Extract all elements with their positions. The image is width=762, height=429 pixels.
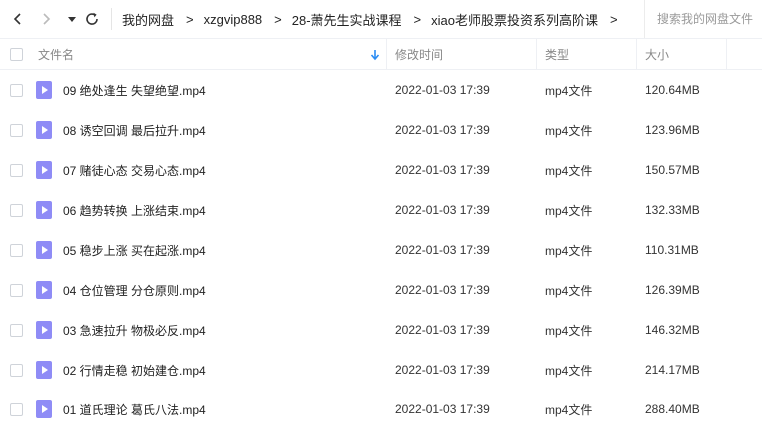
file-size: 126.39MB [645, 283, 700, 297]
video-file-icon [36, 121, 52, 139]
breadcrumb: 我的网盘 > xzgvip888 > 28-萧先生实战课程 > xiao老师股票… [122, 0, 628, 38]
file-list-header: 文件名 修改时间 类型 大小 [0, 38, 762, 70]
column-header-type[interactable]: 类型 [545, 39, 569, 69]
file-modified: 2022-01-03 17:39 [395, 402, 490, 416]
file-modified: 2022-01-03 17:39 [395, 323, 490, 337]
file-name[interactable]: 03 急速拉升 物极必反.mp4 [63, 310, 206, 350]
file-size: 214.17MB [645, 363, 700, 377]
sort-down-arrow-icon[interactable] [370, 49, 380, 61]
history-dropdown-button[interactable] [62, 9, 82, 29]
breadcrumb-separator: > [186, 11, 194, 27]
chevron-left-icon [13, 13, 21, 25]
file-name[interactable]: 02 行情走稳 初始建仓.mp4 [63, 350, 206, 390]
select-all-checkbox[interactable] [10, 48, 23, 61]
file-modified: 2022-01-03 17:39 [395, 203, 490, 217]
file-modified: 2022-01-03 17:39 [395, 163, 490, 177]
column-separator [536, 39, 537, 69]
file-row[interactable]: 09 绝处逢生 失望绝望.mp4 2022-01-03 17:39 mp4文件 … [0, 70, 762, 110]
file-modified: 2022-01-03 17:39 [395, 283, 490, 297]
video-file-icon [36, 281, 52, 299]
file-size: 150.57MB [645, 163, 700, 177]
column-separator [386, 39, 387, 69]
forward-button[interactable] [36, 9, 56, 29]
file-type: mp4文件 [545, 83, 593, 98]
file-size: 123.96MB [645, 123, 700, 137]
breadcrumb-separator: > [274, 11, 282, 27]
file-size: 146.32MB [645, 323, 700, 337]
search-box [644, 0, 762, 38]
row-checkbox[interactable] [10, 364, 23, 377]
file-row[interactable]: 08 诱空回调 最后拉升.mp4 2022-01-03 17:39 mp4文件 … [0, 110, 762, 150]
row-checkbox[interactable] [10, 403, 23, 416]
row-checkbox[interactable] [10, 284, 23, 297]
search-input[interactable] [657, 12, 761, 26]
file-row[interactable]: 01 道氏理论 葛氏八法.mp4 2022-01-03 17:39 mp4文件 … [0, 389, 762, 429]
back-button[interactable] [8, 9, 28, 29]
file-size: 120.64MB [645, 83, 700, 97]
file-type: mp4文件 [545, 123, 593, 138]
file-name[interactable]: 05 稳步上涨 买在起涨.mp4 [63, 230, 206, 270]
column-header-size[interactable]: 大小 [645, 39, 669, 69]
file-type: mp4文件 [545, 203, 593, 218]
file-row[interactable]: 07 赌徒心态 交易心态.mp4 2022-01-03 17:39 mp4文件 … [0, 150, 762, 190]
row-checkbox[interactable] [10, 124, 23, 137]
file-name[interactable]: 04 仓位管理 分仓原则.mp4 [63, 270, 206, 310]
video-file-icon [36, 321, 52, 339]
refresh-icon [86, 12, 98, 25]
file-type: mp4文件 [545, 363, 593, 378]
file-row[interactable]: 05 稳步上涨 买在起涨.mp4 2022-01-03 17:39 mp4文件 … [0, 230, 762, 270]
file-name[interactable]: 07 赌徒心态 交易心态.mp4 [63, 150, 206, 190]
file-size: 110.31MB [645, 243, 699, 257]
file-name[interactable]: 09 绝处逢生 失望绝望.mp4 [63, 70, 206, 110]
video-file-icon [36, 361, 52, 379]
video-file-icon [36, 241, 52, 259]
file-modified: 2022-01-03 17:39 [395, 83, 490, 97]
file-name[interactable]: 01 道氏理论 葛氏八法.mp4 [63, 389, 206, 429]
column-separator [726, 39, 727, 69]
video-file-icon [36, 400, 52, 418]
video-file-icon [36, 81, 52, 99]
row-checkbox[interactable] [10, 244, 23, 257]
refresh-button[interactable] [82, 9, 102, 29]
file-row[interactable]: 03 急速拉升 物极必反.mp4 2022-01-03 17:39 mp4文件 … [0, 310, 762, 350]
file-size: 132.33MB [645, 203, 700, 217]
chevron-right-icon [43, 13, 51, 25]
video-file-icon [36, 201, 52, 219]
file-name[interactable]: 06 趋势转换 上涨结束.mp4 [63, 190, 206, 230]
file-row[interactable]: 02 行情走稳 初始建仓.mp4 2022-01-03 17:39 mp4文件 … [0, 350, 762, 390]
file-modified: 2022-01-03 17:39 [395, 243, 490, 257]
file-row[interactable]: 04 仓位管理 分仓原则.mp4 2022-01-03 17:39 mp4文件 … [0, 270, 762, 310]
file-name[interactable]: 08 诱空回调 最后拉升.mp4 [63, 110, 206, 150]
toolbar: 我的网盘 > xzgvip888 > 28-萧先生实战课程 > xiao老师股票… [0, 0, 762, 38]
file-type: mp4文件 [545, 163, 593, 178]
breadcrumb-item-root[interactable]: 我的网盘 [122, 10, 174, 29]
row-checkbox[interactable] [10, 164, 23, 177]
row-checkbox[interactable] [10, 324, 23, 337]
breadcrumb-item-current[interactable]: xiao老师股票投资系列高阶课 [431, 10, 598, 29]
row-checkbox[interactable] [10, 84, 23, 97]
column-header-name[interactable]: 文件名 [38, 39, 74, 69]
breadcrumb-item-course[interactable]: 28-萧先生实战课程 [292, 10, 402, 29]
video-file-icon [36, 161, 52, 179]
file-modified: 2022-01-03 17:39 [395, 123, 490, 137]
file-type: mp4文件 [545, 323, 593, 338]
breadcrumb-item-user[interactable]: xzgvip888 [204, 12, 263, 27]
file-type: mp4文件 [545, 402, 593, 417]
row-checkbox[interactable] [10, 204, 23, 217]
file-type: mp4文件 [545, 243, 593, 258]
file-modified: 2022-01-03 17:39 [395, 363, 490, 377]
file-size: 288.40MB [645, 402, 700, 416]
caret-down-icon [68, 17, 76, 22]
breadcrumb-separator: > [610, 11, 618, 27]
file-row[interactable]: 06 趋势转换 上涨结束.mp4 2022-01-03 17:39 mp4文件 … [0, 190, 762, 230]
column-header-modified[interactable]: 修改时间 [395, 39, 443, 69]
breadcrumb-separator: > [413, 11, 422, 27]
toolbar-divider [111, 8, 112, 30]
file-type: mp4文件 [545, 283, 593, 298]
column-separator [636, 39, 637, 69]
